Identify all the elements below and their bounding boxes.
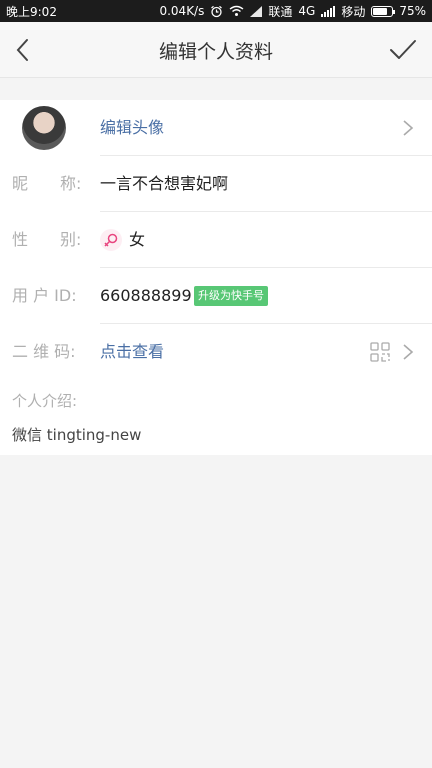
carrier-1-network: 4G: [298, 4, 316, 18]
nickname-label: 昵 称:: [12, 174, 82, 193]
signal-icon: [250, 5, 263, 17]
network-speed: 0.04K/s: [159, 4, 205, 18]
carrier-1-name: 联通: [268, 4, 293, 19]
status-time: 晚上9:02: [6, 4, 57, 19]
gender-value[interactable]: 女: [129, 212, 145, 268]
profile-card: 编辑头像 昵 称: 一言不合想害妃啊 性 别: 女 用 户 ID: 660888…: [0, 100, 432, 455]
userid-value: 660888899: [100, 286, 192, 305]
edit-avatar-row[interactable]: 编辑头像: [0, 100, 432, 156]
nickname-row[interactable]: 昵 称: 一言不合想害妃啊: [0, 156, 432, 212]
qrcode-icon: [370, 342, 390, 362]
qrcode-view-link[interactable]: 点击查看: [100, 324, 164, 380]
battery-icon: [371, 5, 396, 17]
signal-icon-2: [321, 5, 336, 17]
userid-label: 用 户 ID:: [12, 286, 77, 305]
edit-avatar-label: 编辑头像: [100, 118, 165, 137]
upgrade-badge[interactable]: 升级为快手号: [194, 286, 268, 306]
userid-row: 用 户 ID: 660888899 升级为快手号: [0, 268, 432, 324]
confirm-button[interactable]: [388, 36, 418, 64]
status-bar: 晚上9:02 0.04K/s 联通 4G 移动 75%: [0, 0, 432, 22]
wifi-icon: [229, 5, 244, 17]
qrcode-label: 二 维 码:: [12, 342, 76, 361]
gender-row[interactable]: 性 别: 女: [0, 212, 432, 268]
gender-label: 性 别:: [12, 230, 82, 249]
avatar[interactable]: [22, 106, 66, 150]
alarm-icon: [210, 5, 223, 18]
battery-level: [373, 7, 387, 15]
battery-percent: 75%: [399, 4, 426, 18]
nickname-value[interactable]: 一言不合想害妃啊: [100, 156, 228, 212]
status-indicators: 0.04K/s 联通 4G 移动 75%: [159, 3, 426, 20]
carrier-2-name: 移动: [341, 4, 366, 19]
chevron-right-icon: [403, 344, 414, 360]
female-icon: [100, 229, 122, 251]
chevron-right-icon: [403, 120, 414, 136]
app-bar: 编辑个人资料: [0, 22, 432, 78]
qrcode-row[interactable]: 二 维 码: 点击查看: [0, 324, 432, 380]
intro-text[interactable]: 微信 tingting-new: [12, 424, 141, 445]
page-title: 编辑个人资料: [158, 41, 273, 63]
intro-label: 个人介绍:: [12, 392, 78, 410]
